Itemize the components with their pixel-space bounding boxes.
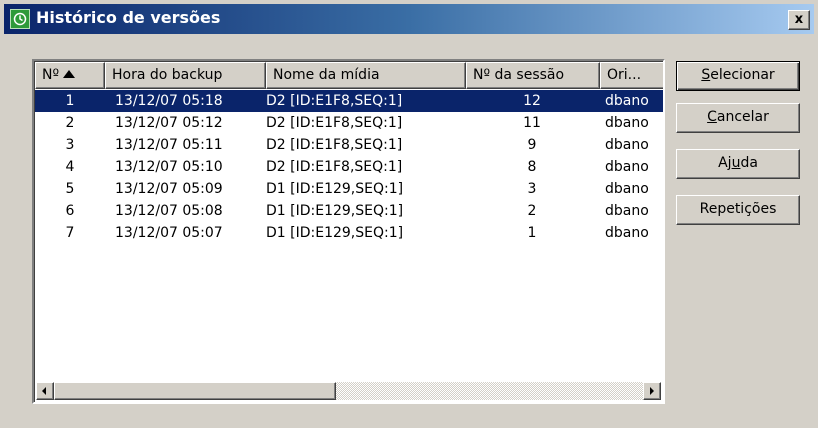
cell-ori: dbano [605, 159, 649, 175]
cell-sessao: 1 [527, 225, 537, 241]
cell-hora: 13/12/07 05:09 [115, 181, 223, 197]
cell-sessao: 9 [527, 137, 537, 153]
scroll-right-arrow-icon [650, 387, 654, 395]
cell-midia: D1 [ID:E129,SEQ:1] [266, 225, 404, 241]
cell-ori: dbano [605, 115, 649, 131]
table-row[interactable]: 3 13/12/07 05:11 D2 [ID:E1F8,SEQ:1] 9 db… [35, 134, 663, 156]
scroll-left-arrow-icon [42, 387, 46, 395]
cell-midia: D2 [ID:E1F8,SEQ:1] [266, 137, 403, 153]
repeticoes-button[interactable]: Repetições [676, 195, 800, 225]
table-row[interactable]: 2 13/12/07 05:12 D2 [ID:E1F8,SEQ:1] 11 d… [35, 112, 663, 134]
selecionar-button[interactable]: Selecionar [676, 61, 800, 91]
cell-hora: 13/12/07 05:07 [115, 225, 223, 241]
column-header-num[interactable]: Nº [35, 62, 105, 89]
cell-sessao: 2 [527, 203, 537, 219]
title-bar[interactable]: Histórico de versões x [4, 4, 814, 34]
close-icon: x [794, 12, 804, 27]
cell-num: 6 [65, 203, 75, 219]
version-history-dialog: Histórico de versões x Nº Hora do backup… [0, 0, 818, 428]
cell-ori: dbano [605, 93, 649, 109]
cell-sessao: 8 [527, 159, 537, 175]
version-list[interactable]: Nº Hora do backup Nome da mídia Nº da se… [32, 59, 665, 404]
table-row[interactable]: 6 13/12/07 05:08 D1 [ID:E129,SEQ:1] 2 db… [35, 200, 663, 222]
cell-num: 2 [65, 115, 75, 131]
history-window-icon [10, 9, 30, 29]
cell-ori: dbano [605, 203, 649, 219]
sort-ascending-icon [63, 69, 76, 78]
scrollbar-thumb[interactable] [54, 382, 336, 400]
cell-sessao: 11 [523, 115, 541, 131]
cell-midia: D2 [ID:E1F8,SEQ:1] [266, 115, 403, 131]
cell-hora: 13/12/07 05:08 [115, 203, 223, 219]
table-row[interactable]: 5 13/12/07 05:09 D1 [ID:E129,SEQ:1] 3 db… [35, 178, 663, 200]
column-header-ori[interactable]: Ori... [600, 62, 663, 89]
cell-sessao: 12 [523, 93, 541, 109]
window-title: Histórico de versões [36, 8, 221, 27]
cell-hora: 13/12/07 05:18 [115, 93, 223, 109]
list-header: Nº Hora do backup Nome da mídia Nº da se… [35, 62, 663, 89]
cell-ori: dbano [605, 181, 649, 197]
table-row[interactable]: 1 13/12/07 05:18 D2 [ID:E1F8,SEQ:1] 12 d… [35, 90, 663, 112]
cell-hora: 13/12/07 05:10 [115, 159, 223, 175]
cell-hora: 13/12/07 05:12 [115, 115, 223, 131]
column-header-midia[interactable]: Nome da mídia [266, 62, 466, 89]
cell-midia: D1 [ID:E129,SEQ:1] [266, 181, 404, 197]
close-button[interactable]: x [788, 10, 810, 30]
cell-hora: 13/12/07 05:11 [115, 137, 223, 153]
cell-num: 3 [65, 137, 75, 153]
cell-midia: D2 [ID:E1F8,SEQ:1] [266, 159, 403, 175]
cell-num: 5 [65, 181, 75, 197]
cell-num: 7 [65, 225, 75, 241]
cancelar-button[interactable]: Cancelar [676, 103, 800, 133]
ajuda-button[interactable]: Ajuda [676, 149, 800, 179]
cell-ori: dbano [605, 225, 649, 241]
table-row[interactable]: 7 13/12/07 05:07 D1 [ID:E129,SEQ:1] 1 db… [35, 222, 663, 244]
cell-sessao: 3 [527, 181, 537, 197]
column-header-hora[interactable]: Hora do backup [105, 62, 266, 89]
cell-midia: D1 [ID:E129,SEQ:1] [266, 203, 404, 219]
cell-num: 4 [65, 159, 75, 175]
scroll-right-button[interactable] [643, 382, 661, 400]
table-row[interactable]: 4 13/12/07 05:10 D2 [ID:E1F8,SEQ:1] 8 db… [35, 156, 663, 178]
scroll-left-button[interactable] [36, 382, 54, 400]
cell-ori: dbano [605, 137, 649, 153]
horizontal-scrollbar[interactable] [36, 382, 661, 400]
cell-num: 1 [65, 93, 75, 109]
cell-midia: D2 [ID:E1F8,SEQ:1] [266, 93, 403, 109]
column-header-sessao[interactable]: Nº da sessão [466, 62, 600, 89]
